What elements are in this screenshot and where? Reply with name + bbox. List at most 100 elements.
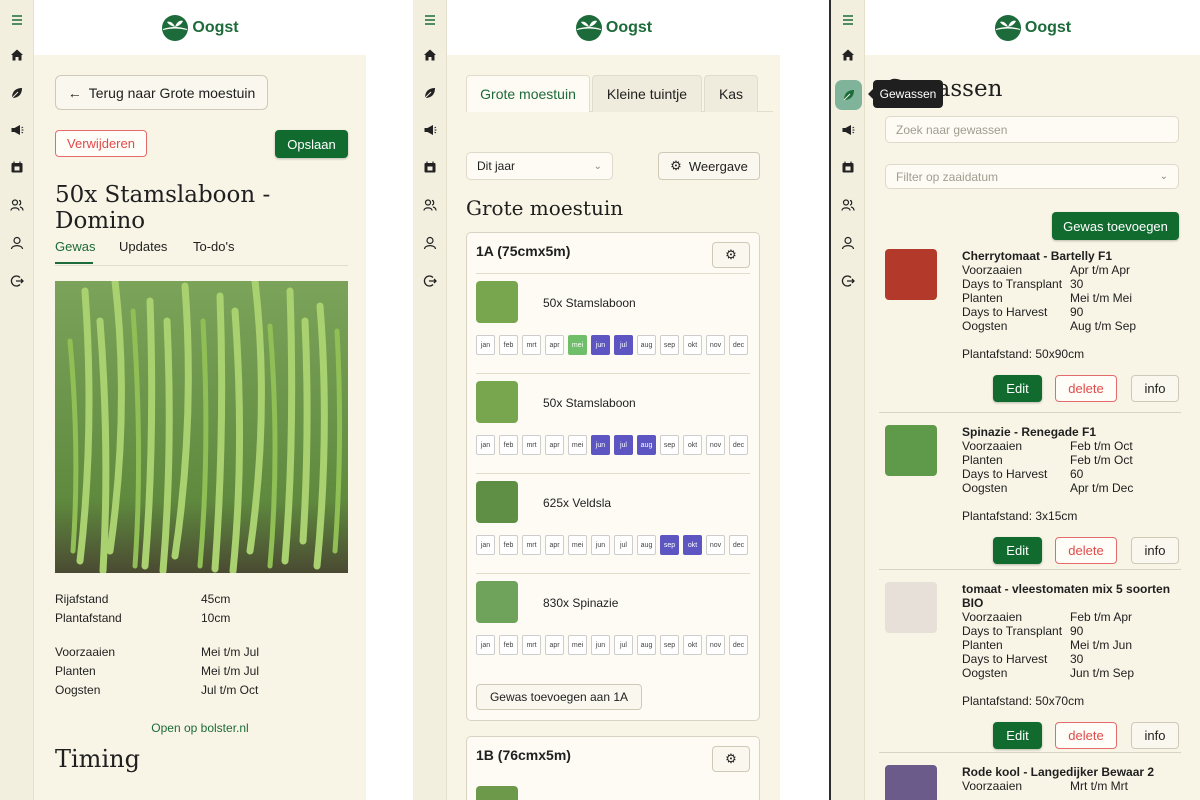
crop-row-label: Voorzaaien [962,439,1023,453]
month-mei: mei [568,335,587,355]
delete-button[interactable]: delete [1055,722,1117,749]
tab-gewas[interactable]: Gewas [55,239,95,254]
tab-todos[interactable]: To-do's [193,239,235,254]
edit-button[interactable]: Edit [993,375,1042,402]
search-input[interactable]: Zoek naar gewassen [885,116,1179,143]
edit-button[interactable]: Edit [993,537,1042,564]
delete-button[interactable]: delete [1055,375,1117,402]
info-button[interactable]: info [1131,722,1179,749]
spec-value: 45cm [201,592,231,606]
info-button[interactable]: info [1131,537,1179,564]
logout-nav-item[interactable] [419,270,441,292]
brand-logo[interactable]: Oogst [994,14,1071,42]
back-button-label: Terug naar Grote moestuin [88,84,256,101]
crop-row-label: Planten [962,638,1003,652]
megaphone-nav-item[interactable] [837,119,859,141]
user-nav-item[interactable] [6,232,28,254]
view-button[interactable]: ⚙ Weergave [658,152,760,180]
leaf-icon [11,88,22,99]
users-nav-item[interactable] [6,194,28,216]
logout-icon [841,275,855,287]
brand-name: Oogst [192,18,239,36]
leaf-nav-item[interactable] [6,82,28,104]
timing-value: Mei t/m Jul [201,664,260,678]
date-filter-select[interactable]: Filter op zaaidatum ⌄ [885,164,1179,189]
top-bar: Oogst [865,0,1200,55]
bed-settings-button[interactable]: ⚙ [712,746,750,772]
spec-label: Rijafstand [55,592,109,606]
logout-nav-item[interactable] [837,270,859,292]
brand-logo[interactable]: Oogst [161,14,239,42]
bolster-link[interactable]: Open op bolster.nl [34,721,366,735]
crop-thumbnail [885,425,937,476]
sprout-logo-icon [994,14,1021,41]
megaphone-nav-item[interactable] [6,119,28,141]
megaphone-icon [11,125,24,135]
delete-button[interactable]: delete [1055,537,1117,564]
hamburger-nav-item[interactable] [6,9,28,31]
brand-logo[interactable]: Oogst [575,14,652,42]
crop-row-value: Aug t/m Sep [1070,319,1137,333]
timing-value: Mei t/m Jul [201,645,260,659]
calendar-nav-item[interactable] [837,156,859,178]
year-select[interactable]: Dit jaar ⌄ [466,152,613,180]
bed-settings-button[interactable]: ⚙ [712,242,750,268]
month-aug: aug [637,535,656,555]
detail-content: ← Terug naar Grote moestuin Verwijderen … [34,55,366,800]
tab-updates[interactable]: Updates [119,239,167,254]
crop-photo [55,281,348,573]
hamburger-nav-item[interactable] [837,9,859,31]
add-crop-to-bed-button[interactable]: Gewas toevoegen aan 1A [476,684,642,710]
edit-button[interactable]: Edit [993,722,1042,749]
back-button[interactable]: ← Terug naar Grote moestuin [55,75,268,110]
leaf-nav-item[interactable] [419,82,441,104]
logout-nav-item[interactable] [6,270,28,292]
timing-label: Voorzaaien [55,645,116,659]
calendar-nav-item[interactable] [419,156,441,178]
user-nav-item[interactable] [419,232,441,254]
spec-value: 10cm [201,611,231,625]
calendar-nav-item[interactable] [6,156,28,178]
crop-row-value: Feb t/m Apr [1070,610,1133,624]
card-divider [879,569,1181,570]
hamburger-icon [843,15,853,25]
crop-row-value: 90 [1070,624,1084,638]
user-nav-item[interactable] [837,232,859,254]
tab-grote-moestuin[interactable]: Grote moestuin [466,75,590,112]
users-nav-item[interactable] [837,194,859,216]
home-nav-item[interactable] [6,44,28,66]
card-divider [879,752,1181,753]
active-tab-indicator [55,262,93,264]
home-nav-item[interactable] [837,44,859,66]
garden-heading: Grote moestuin [466,196,624,220]
save-button[interactable]: Opslaan [275,130,348,158]
leaf-nav-item[interactable] [835,80,862,110]
home-nav-item[interactable] [419,44,441,66]
crop-row-value: Mrt t/m Mrt [1070,779,1128,793]
crop-row-label: Planten [962,453,1003,467]
megaphone-nav-item[interactable] [419,119,441,141]
crop-row-label: Days to Harvest [962,467,1048,481]
crop-row-value: Mei t/m Jun [1070,638,1133,652]
hamburger-icon [425,15,435,25]
spec-label: Plantafstand [55,611,122,625]
month-jan: jan [476,335,495,355]
users-nav-item[interactable] [419,194,441,216]
month-jun: jun [591,535,610,555]
tab-kleine-tuintje[interactable]: Kleine tuintje [592,75,702,112]
tab-divider [55,265,348,266]
month-jun: jun [591,435,610,455]
crop-detail-screen: Oogst ← Terug naar Grote moestuin Verwij… [0,0,366,800]
beans-photo-illustration [55,281,348,573]
hamburger-nav-item[interactable] [419,9,441,31]
crop-spacing: Plantafstand: 50x70cm [962,694,1085,708]
add-crop-button[interactable]: Gewas toevoegen [1052,212,1179,240]
arrow-left-icon: ← [67,84,82,101]
home-icon [842,49,854,61]
delete-button[interactable]: Verwijderen [55,130,147,157]
tab-kas[interactable]: Kas [704,75,758,112]
side-rail [831,0,865,800]
crop-row-value: Mei t/m Mei [1070,291,1133,305]
info-button[interactable]: info [1131,375,1179,402]
sprout-logo-icon [575,14,602,41]
